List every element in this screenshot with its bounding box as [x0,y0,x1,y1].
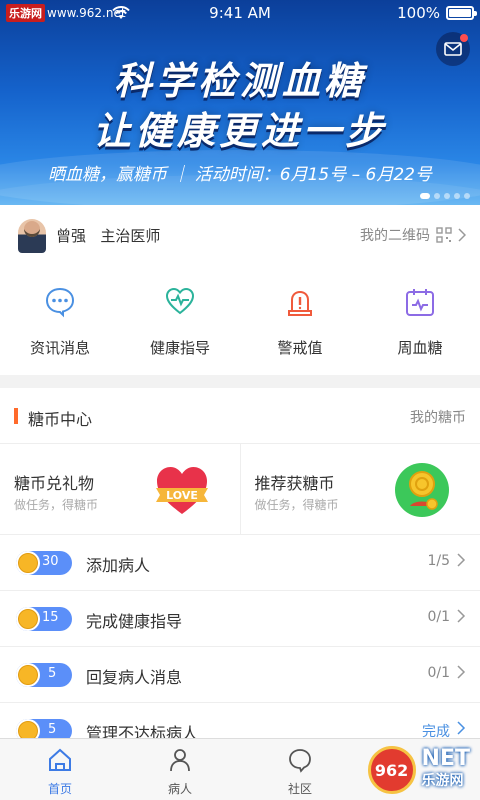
tab-label: 首页 [47,782,72,796]
task-row[interactable]: 15 完成健康指导 0/1 [0,590,480,646]
unread-dot [460,34,468,42]
section-title: 糖币中心 [28,410,93,429]
promo-title: 糖币兑礼物 [14,474,95,493]
watermark-logo: 962 [367,746,416,794]
tab-home[interactable]: 首页 [0,739,120,800]
task-row[interactable]: 30 添加病人 1/5 [0,534,480,590]
coin-reward-pill: 30 [16,551,72,575]
task-progress: 0/1 [427,665,450,681]
coin-icon [16,607,40,631]
tool-label: 资讯消息 [29,339,90,357]
calendar-icon [406,289,434,316]
tool-news[interactable]: 资讯消息 [0,265,120,375]
coin-amount: 30 [42,554,59,569]
status-bar: 乐游网 www.962.net 9:41 AM 100% [0,0,480,28]
tab-patients[interactable]: 病人 [120,739,240,800]
site-watermark: 962 NET 乐游网 [367,746,470,794]
chat-bubble-icon [45,287,75,318]
alarm-light-icon [288,290,312,316]
avatar [18,219,46,253]
quick-tools: 资讯消息 健康指导 警戒值 周血糖 [0,265,480,375]
carousel-dot [454,193,460,199]
tab-label: 社区 [287,782,312,796]
promo-referral[interactable]: 推荐获糖币 做任务，得糖币 [239,444,480,534]
tool-health-guide[interactable]: 健康指导 [120,265,240,375]
tool-label: 警戒值 [277,339,323,357]
coin-center-header: 糖币中心 我的糖币 [0,388,480,444]
carousel-dot [464,193,470,199]
love-heart-icon: LOVE [155,467,208,514]
chat-bubble-icon [289,749,311,773]
section-accent-bar [14,408,18,424]
tool-weekly-glucose[interactable]: 周血糖 [360,265,480,375]
coin-amount: 5 [48,666,57,681]
doctor-name-title: 曾强 主治医师 [56,225,160,246]
tool-alert-value[interactable]: 警戒值 [240,265,360,375]
qr-code-icon [436,227,452,243]
task-name: 完成健康指导 [86,612,183,631]
task-progress: 0/1 [427,609,450,625]
battery-icon [446,6,477,20]
promo-title: 推荐获糖币 [254,474,335,493]
heart-stethoscope-icon [165,287,195,315]
task-row[interactable]: 5 回复病人消息 0/1 [0,646,480,702]
chevron-right-icon [457,665,466,679]
carousel-dot [434,193,440,199]
battery-status: 100% [397,4,477,22]
chevron-right-icon [457,609,466,623]
task-name: 回复病人消息 [86,668,183,687]
tab-label: 病人 [167,782,192,796]
chevron-right-icon [457,721,466,735]
person-icon [170,749,190,772]
promo-redeem-gift[interactable]: 糖币兑礼物 做任务，得糖币 LOVE [0,444,240,534]
doctor-title: 主治医师 [100,227,161,245]
home-icon [49,748,71,771]
task-name: 添加病人 [86,556,151,575]
doctor-name: 曾强 [56,227,87,245]
tool-label: 健康指导 [149,339,210,357]
coin-icon [16,663,40,687]
chevron-right-icon [457,553,466,567]
coin-amount: 5 [48,722,57,737]
watermark-text: NET 乐游网 [422,748,470,792]
love-badge-text: LOVE [166,489,198,502]
doctor-profile[interactable]: 曾强 主治医师 我的二维码 [0,205,480,265]
watermark-sub: 乐游网 [421,773,464,789]
promo-banner[interactable]: 乐游网 www.962.net 9:41 AM 100% 科学检测血糖 让健康更… [0,0,480,205]
carousel-dot [444,193,450,199]
watermark-net: NET [421,746,470,771]
carousel-dot [420,193,430,199]
tool-label: 周血糖 [397,339,443,357]
coin-tree-icon [395,463,449,517]
battery-percent: 100% [397,4,440,22]
my-coins-link[interactable]: 我的糖币 [410,407,466,427]
qr-code-label: 我的二维码 [360,228,430,244]
chevron-right-icon [458,228,466,242]
coin-reward-pill: 5 [16,663,72,687]
banner-headline-2: 让健康更进一步 [92,109,387,153]
banner-subtitle: 晒血糖，赢糖币 ｜ 活动时间：6月15号 – 6月22号 [47,165,432,185]
task-progress: 1/5 [427,553,450,569]
banner-headline-1: 科学检测血糖 [113,59,366,103]
tab-community[interactable]: 社区 [240,739,360,800]
qr-code-link[interactable]: 我的二维码 [360,225,466,245]
coin-icon [16,551,40,575]
promo-subtitle: 做任务，得糖币 [254,498,339,512]
promo-row: 糖币兑礼物 做任务，得糖币 LOVE 推荐获糖币 做任务，得糖币 [0,444,480,534]
carousel-indicator [420,193,470,199]
promo-subtitle: 做任务，得糖币 [14,498,99,512]
coin-amount: 15 [42,610,59,625]
coin-reward-pill: 15 [16,607,72,631]
